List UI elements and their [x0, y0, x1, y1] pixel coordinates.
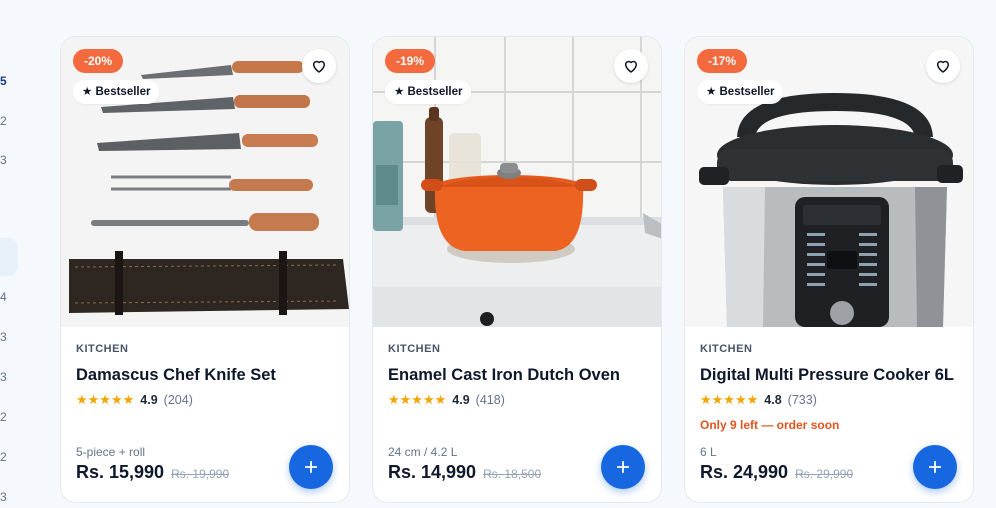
- bestseller-badge: ★ Bestseller: [385, 80, 472, 104]
- product-grid: 5 2 3 4 3 3 2 2 3 -20% ★ Bestseller KITC…: [0, 0, 996, 508]
- filter-count: 2: [0, 410, 7, 424]
- price-row: Rs. 14,990 Rs. 18,500: [388, 462, 541, 483]
- filter-count: 3: [0, 490, 7, 504]
- product-category: KITCHEN: [388, 343, 441, 355]
- selected-filter-highlight[interactable]: [0, 238, 18, 276]
- filter-count: 3: [0, 370, 7, 384]
- rating-score: 4.8: [764, 393, 782, 407]
- original-price: Rs. 19,990: [171, 467, 230, 481]
- review-count: (418): [475, 393, 505, 407]
- product-rating: ★★★★★ 4.9 (418): [388, 392, 646, 408]
- product-category: KITCHEN: [700, 343, 753, 355]
- rating-score: 4.9: [140, 393, 158, 407]
- filter-count: 3: [0, 330, 7, 344]
- rating-score: 4.9: [452, 393, 470, 407]
- product-rating: ★★★★★ 4.9 (204): [76, 392, 334, 408]
- review-count: (733): [787, 393, 817, 407]
- wishlist-button[interactable]: [926, 49, 960, 83]
- product-title[interactable]: Digital Multi Pressure Cooker 6L: [700, 366, 958, 385]
- wishlist-button[interactable]: [614, 49, 648, 83]
- heart-icon: [625, 60, 637, 73]
- add-to-cart-button[interactable]: [913, 445, 957, 489]
- bestseller-badge: ★ Bestseller: [697, 80, 784, 104]
- product-card[interactable]: -17% ★ Bestseller KITCHEN Digital Multi …: [684, 36, 974, 503]
- filter-count: 5: [0, 74, 7, 88]
- filter-count: 2: [0, 114, 7, 128]
- heart-icon: [313, 60, 325, 73]
- current-price: Rs. 15,990: [76, 462, 165, 482]
- product-title[interactable]: Enamel Cast Iron Dutch Oven: [388, 366, 646, 385]
- product-rating: ★★★★★ 4.8 (733): [700, 392, 958, 408]
- add-to-cart-button[interactable]: [601, 445, 645, 489]
- product-title[interactable]: Damascus Chef Knife Set: [76, 366, 334, 385]
- low-stock-warning: Only 9 left — order soon: [700, 418, 840, 432]
- plus-icon: [928, 460, 942, 474]
- add-to-cart-button[interactable]: [289, 445, 333, 489]
- current-price: Rs. 14,990: [388, 462, 477, 482]
- star-rating-icon: ★★★★★: [388, 392, 447, 407]
- product-card[interactable]: -19% ★ Bestseller KITCHEN Enamel Cast Ir…: [372, 36, 662, 503]
- current-price: Rs. 24,990: [700, 462, 789, 482]
- price-row: Rs. 24,990 Rs. 29,990: [700, 462, 853, 483]
- product-variant: 24 cm / 4.2 L: [388, 445, 458, 459]
- product-card[interactable]: -20% ★ Bestseller KITCHEN Damascus Chef …: [60, 36, 350, 503]
- original-price: Rs. 18,500: [483, 467, 542, 481]
- filter-count: 2: [0, 450, 7, 464]
- review-count: (204): [163, 393, 193, 407]
- discount-badge: -17%: [697, 49, 748, 73]
- wishlist-button[interactable]: [302, 49, 336, 83]
- filter-count: 3: [0, 153, 7, 167]
- bestseller-badge: ★ Bestseller: [73, 80, 160, 104]
- filter-sidebar-partial: 5 2 3 4 3 3 2 2 3: [0, 0, 48, 508]
- discount-badge: -20%: [73, 49, 124, 73]
- original-price: Rs. 29,990: [795, 467, 854, 481]
- filter-count: 4: [0, 290, 7, 304]
- price-row: Rs. 15,990 Rs. 19,990: [76, 462, 229, 483]
- product-category: KITCHEN: [76, 343, 129, 355]
- product-variant: 6 L: [700, 445, 717, 459]
- star-rating-icon: ★★★★★: [76, 392, 135, 407]
- product-variant: 5-piece + roll: [76, 445, 146, 459]
- plus-icon: [616, 460, 630, 474]
- heart-icon: [937, 60, 949, 73]
- discount-badge: -19%: [385, 49, 436, 73]
- star-rating-icon: ★★★★★: [700, 392, 759, 407]
- plus-icon: [304, 460, 318, 474]
